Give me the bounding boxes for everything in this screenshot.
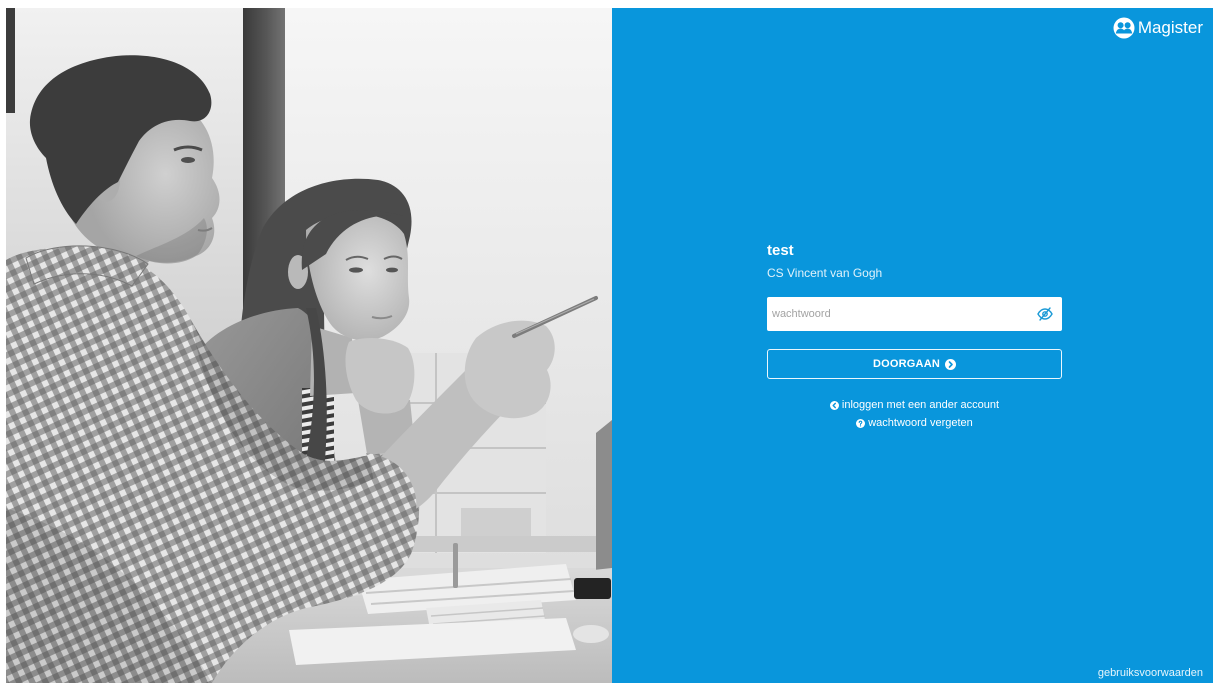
mouse xyxy=(573,625,609,643)
continue-button-label: DOORGAAN xyxy=(873,358,940,370)
window-ledge xyxy=(396,536,612,552)
circle-question-icon xyxy=(856,418,866,428)
password-field[interactable] xyxy=(767,297,1062,331)
login-photo-panel xyxy=(6,8,612,683)
woman-eye-right xyxy=(386,267,398,273)
brand-name: Magister xyxy=(1137,18,1203,37)
magister-people-icon xyxy=(1113,17,1135,39)
monitor-edge xyxy=(596,420,612,588)
man-eye xyxy=(181,157,195,163)
phone xyxy=(574,578,611,599)
password-input[interactable] xyxy=(767,297,1029,331)
eye-slash-icon[interactable] xyxy=(1037,307,1053,321)
account-identity: test CS Vincent van Gogh xyxy=(767,242,1062,280)
woman-eye-left xyxy=(349,267,363,273)
left-frame-edge xyxy=(6,8,15,113)
forgot-password-label: wachtwoord vergeten xyxy=(868,417,973,429)
continue-button[interactable]: DOORGAAN xyxy=(767,349,1062,379)
switch-account-link[interactable]: inloggen met een ander account xyxy=(767,396,1062,414)
forgot-password-link[interactable]: wachtwoord vergeten xyxy=(767,414,1062,432)
brand-logo[interactable]: Magister xyxy=(1113,17,1203,39)
login-background-photo xyxy=(6,8,612,683)
binder-ring xyxy=(453,543,458,588)
circle-chevron-right-icon xyxy=(945,358,956,370)
password-visibility-toggle[interactable] xyxy=(1037,307,1053,321)
circle-chevron-left-icon xyxy=(829,400,839,410)
terms-of-use-link[interactable]: gebruiksvoorwaarden xyxy=(1098,666,1203,680)
login-links: inloggen met een ander account wachtwoor… xyxy=(767,396,1062,432)
switch-account-label: inloggen met een ander account xyxy=(841,399,1000,411)
account-username: test xyxy=(767,242,794,259)
school-name: CS Vincent van Gogh xyxy=(767,266,883,280)
login-panel: Magister test CS Vincent van Gogh DOORGA… xyxy=(612,8,1213,683)
